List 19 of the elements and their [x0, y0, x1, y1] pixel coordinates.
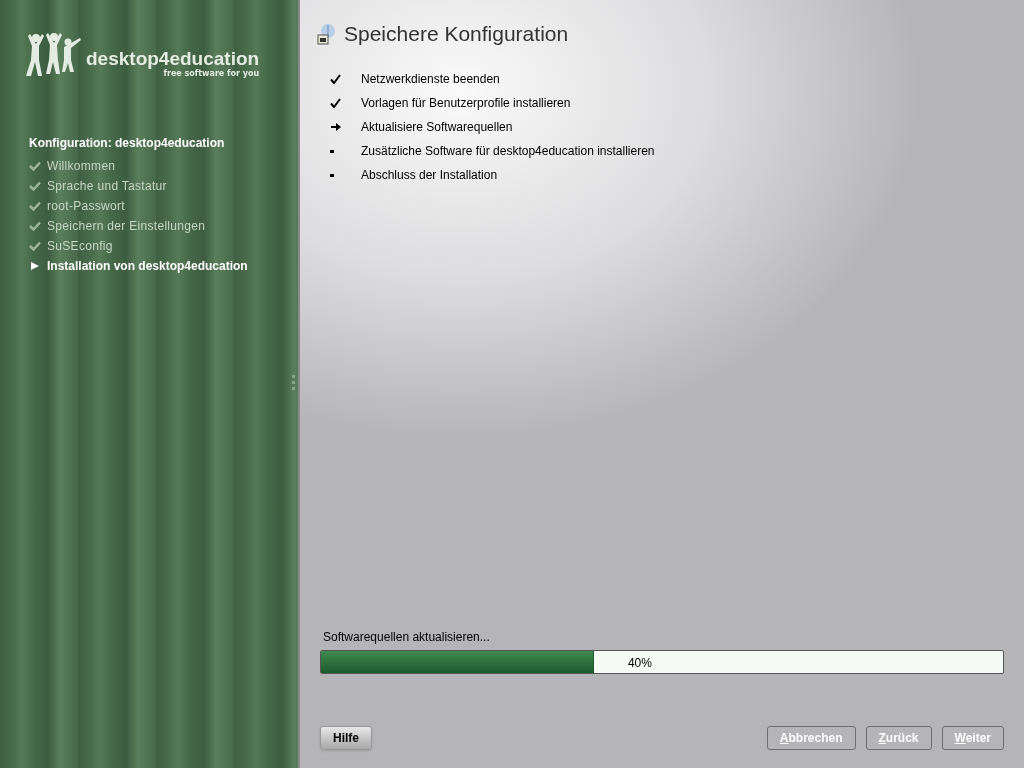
network-computer-icon — [316, 22, 336, 45]
progress-label: Softwarequellen aktualisieren... — [323, 629, 491, 646]
progress-reading: 40% — [627, 655, 652, 672]
step-label: Zusätzliche Software für desktop4education installieren — [361, 142, 655, 160]
sidebar-heading: Konfiguration: desktop4education — [29, 135, 226, 152]
step-label: Vorlagen für Benutzerprofile installieren — [361, 94, 571, 112]
sidebar-step: SuSEconfig — [47, 237, 113, 255]
step-label: Aktualisiere Softwarequellen — [361, 118, 513, 136]
sidebar-step: Sprache und Tastatur — [47, 177, 167, 195]
sidebar-step: Willkommen — [47, 157, 116, 175]
sidebar-step: Speichern der Einstellungen — [47, 217, 206, 235]
dialog-button[interactable]: Hilfe — [320, 726, 372, 750]
sidebar-step: Installation von desktop4education — [47, 257, 248, 275]
page-title: Speichere Konfiguration — [344, 21, 569, 47]
resize-handle[interactable] — [292, 375, 295, 390]
step-label: Abschluss der Installation — [361, 166, 498, 184]
step-label: Netzwerkdienste beenden — [361, 70, 500, 88]
sidebar-step: root-Passwort — [47, 197, 125, 215]
logo-tagline: free software for you — [163, 70, 260, 78]
